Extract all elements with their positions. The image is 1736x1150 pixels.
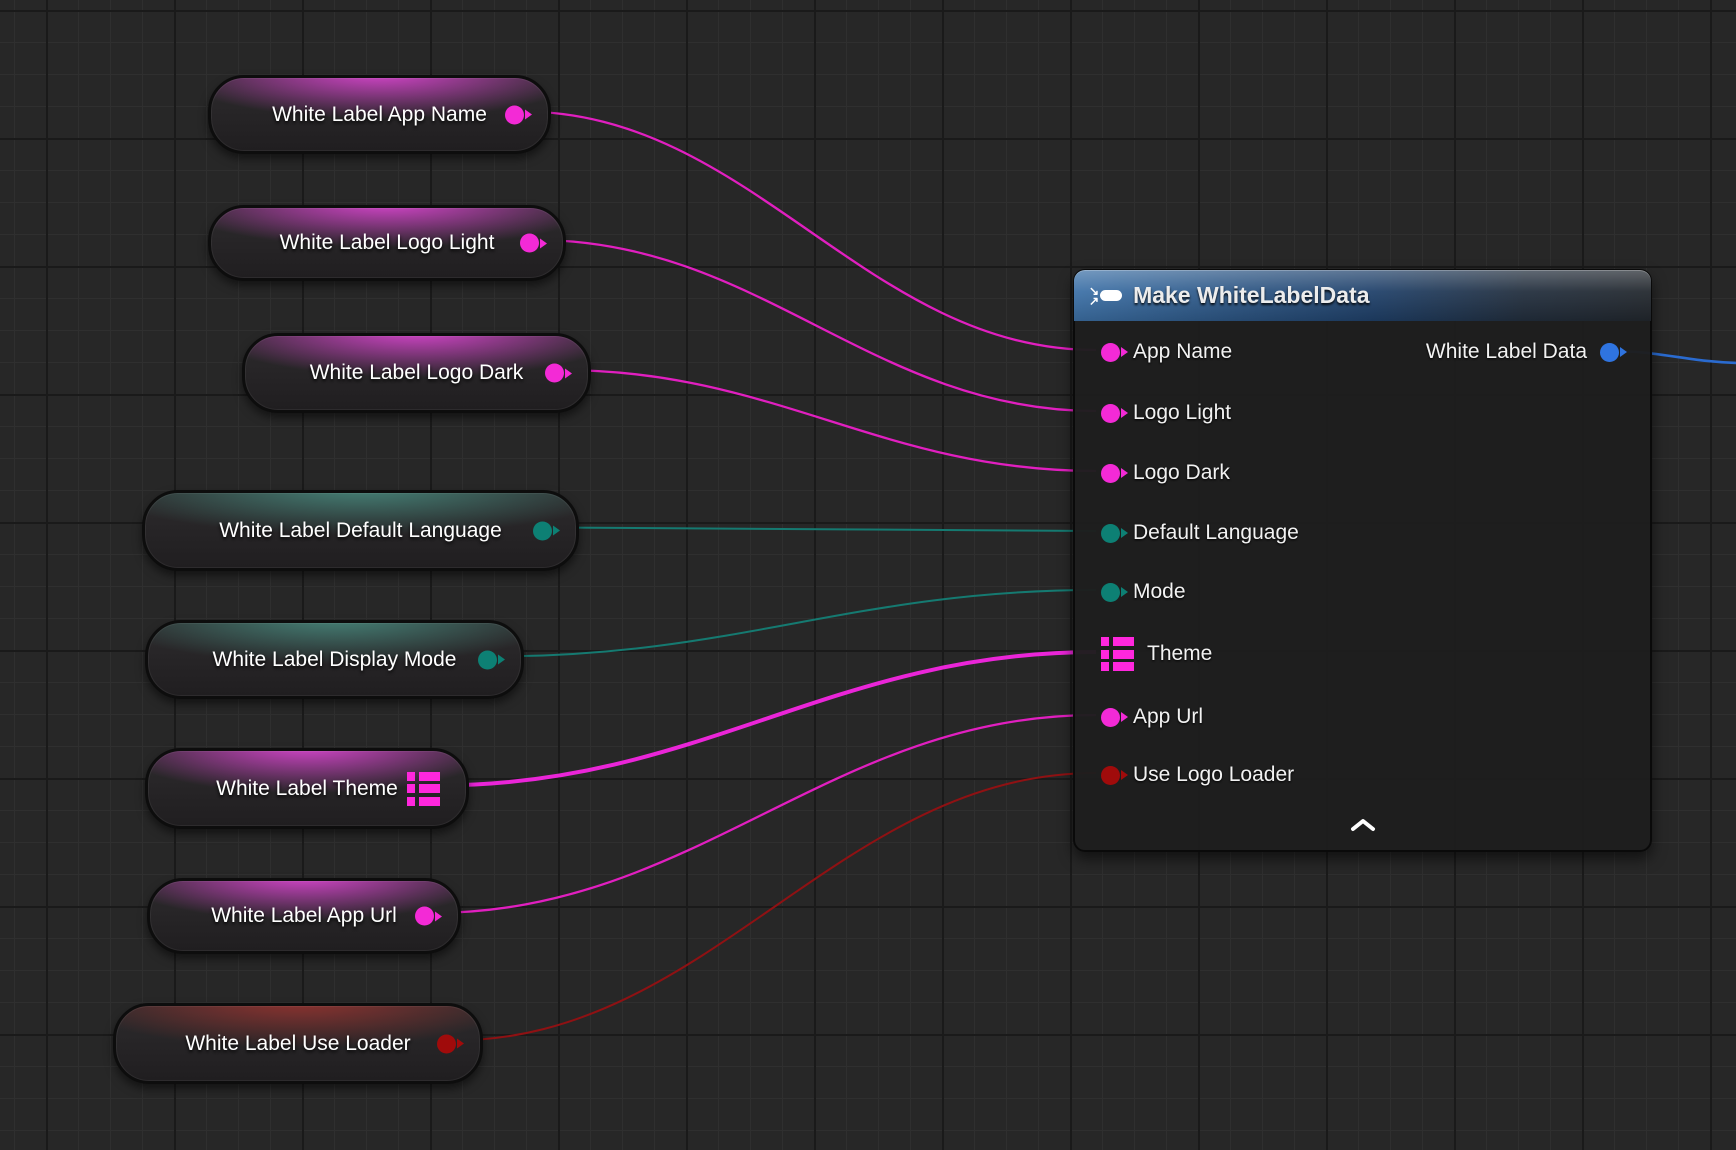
- string-output-pin[interactable]: [520, 234, 539, 253]
- pin-row-logo-dark: Logo Dark: [1101, 456, 1230, 490]
- pin-label: Mode: [1133, 580, 1186, 604]
- pin-label: App Url: [1133, 705, 1203, 729]
- wire-app-name[interactable]: [522, 112, 1096, 351]
- collapse-node-button[interactable]: [1348, 816, 1378, 834]
- wire-app-url[interactable]: [431, 715, 1096, 913]
- string-output-pin[interactable]: [505, 105, 524, 124]
- pin-label: Logo Light: [1133, 401, 1231, 425]
- variable-label: White Label Logo Dark: [310, 361, 524, 385]
- wire-use-loader[interactable]: [453, 773, 1096, 1041]
- wire-logo-dark[interactable]: [561, 370, 1096, 471]
- pin-label: Use Logo Loader: [1133, 763, 1294, 787]
- node-get-white-label-app-url[interactable]: White Label App Url: [147, 878, 461, 954]
- pin-row-logo-light: Logo Light: [1101, 396, 1231, 430]
- string-output-pin[interactable]: [545, 364, 564, 383]
- wire-default-language[interactable]: [549, 528, 1096, 532]
- struct-grid-icon[interactable]: [407, 772, 440, 806]
- pin-label: Default Language: [1133, 521, 1299, 545]
- node-get-white-label-use-loader[interactable]: White Label Use Loader: [113, 1003, 483, 1084]
- variable-label: White Label App Url: [211, 904, 397, 928]
- boolean-input-pin[interactable]: [1101, 766, 1120, 785]
- node-get-white-label-app-name[interactable]: White Label App Name: [208, 75, 551, 154]
- pin-label: White Label Data: [1426, 340, 1587, 364]
- pin-row-white-label-data: White Label Data: [1426, 335, 1619, 369]
- struct-output-pin[interactable]: [1600, 343, 1619, 362]
- node-get-white-label-default-language[interactable]: White Label Default Language: [142, 490, 579, 571]
- variable-label: White Label Default Language: [219, 519, 502, 543]
- struct-grid-icon[interactable]: [1101, 637, 1134, 671]
- node-make-whitelabeldata[interactable]: ↘↗ Make WhiteLabelData App Name Logo Lig…: [1073, 269, 1652, 852]
- node-get-white-label-theme[interactable]: White Label Theme: [145, 748, 469, 829]
- pin-row-mode: Mode: [1101, 575, 1186, 609]
- wire-display-mode[interactable]: [494, 590, 1096, 657]
- boolean-output-pin[interactable]: [437, 1034, 456, 1053]
- node-header[interactable]: ↘↗ Make WhiteLabelData: [1074, 270, 1651, 321]
- string-input-pin[interactable]: [1101, 343, 1120, 362]
- string-output-pin[interactable]: [415, 907, 434, 926]
- variable-label: White Label Display Mode: [213, 648, 457, 672]
- pin-row-default-language: Default Language: [1101, 516, 1299, 550]
- node-get-white-label-logo-light[interactable]: White Label Logo Light: [208, 205, 566, 281]
- enum-input-pin[interactable]: [1101, 583, 1120, 602]
- string-input-pin[interactable]: [1101, 404, 1120, 423]
- wire-theme[interactable]: [437, 652, 1096, 786]
- enum-output-pin[interactable]: [478, 650, 497, 669]
- pin-row-app-name: App Name: [1101, 335, 1232, 369]
- make-struct-icon: ↘↗: [1089, 286, 1122, 306]
- pin-label: Logo Dark: [1133, 461, 1230, 485]
- string-input-pin[interactable]: [1101, 708, 1120, 727]
- variable-label: White Label Logo Light: [280, 231, 495, 255]
- variable-label: White Label App Name: [272, 103, 487, 127]
- node-get-white-label-logo-dark[interactable]: White Label Logo Dark: [242, 333, 591, 413]
- node-title: Make WhiteLabelData: [1133, 282, 1369, 309]
- pin-row-use-logo-loader: Use Logo Loader: [1101, 758, 1294, 792]
- enum-output-pin[interactable]: [533, 521, 552, 540]
- pin-row-app-url: App Url: [1101, 700, 1203, 734]
- variable-label: White Label Theme: [216, 777, 398, 801]
- pin-label: App Name: [1133, 340, 1232, 364]
- pin-row-theme: Theme: [1101, 637, 1212, 671]
- enum-input-pin[interactable]: [1101, 524, 1120, 543]
- string-input-pin[interactable]: [1101, 464, 1120, 483]
- blueprint-graph-canvas[interactable]: White Label App Name White Label Logo Li…: [0, 0, 1736, 1150]
- chevron-up-icon: [1350, 818, 1376, 832]
- wire-logo-light[interactable]: [536, 240, 1096, 411]
- variable-label: White Label Use Loader: [185, 1032, 410, 1056]
- node-get-white-label-display-mode[interactable]: White Label Display Mode: [145, 620, 524, 699]
- pin-label: Theme: [1147, 642, 1212, 666]
